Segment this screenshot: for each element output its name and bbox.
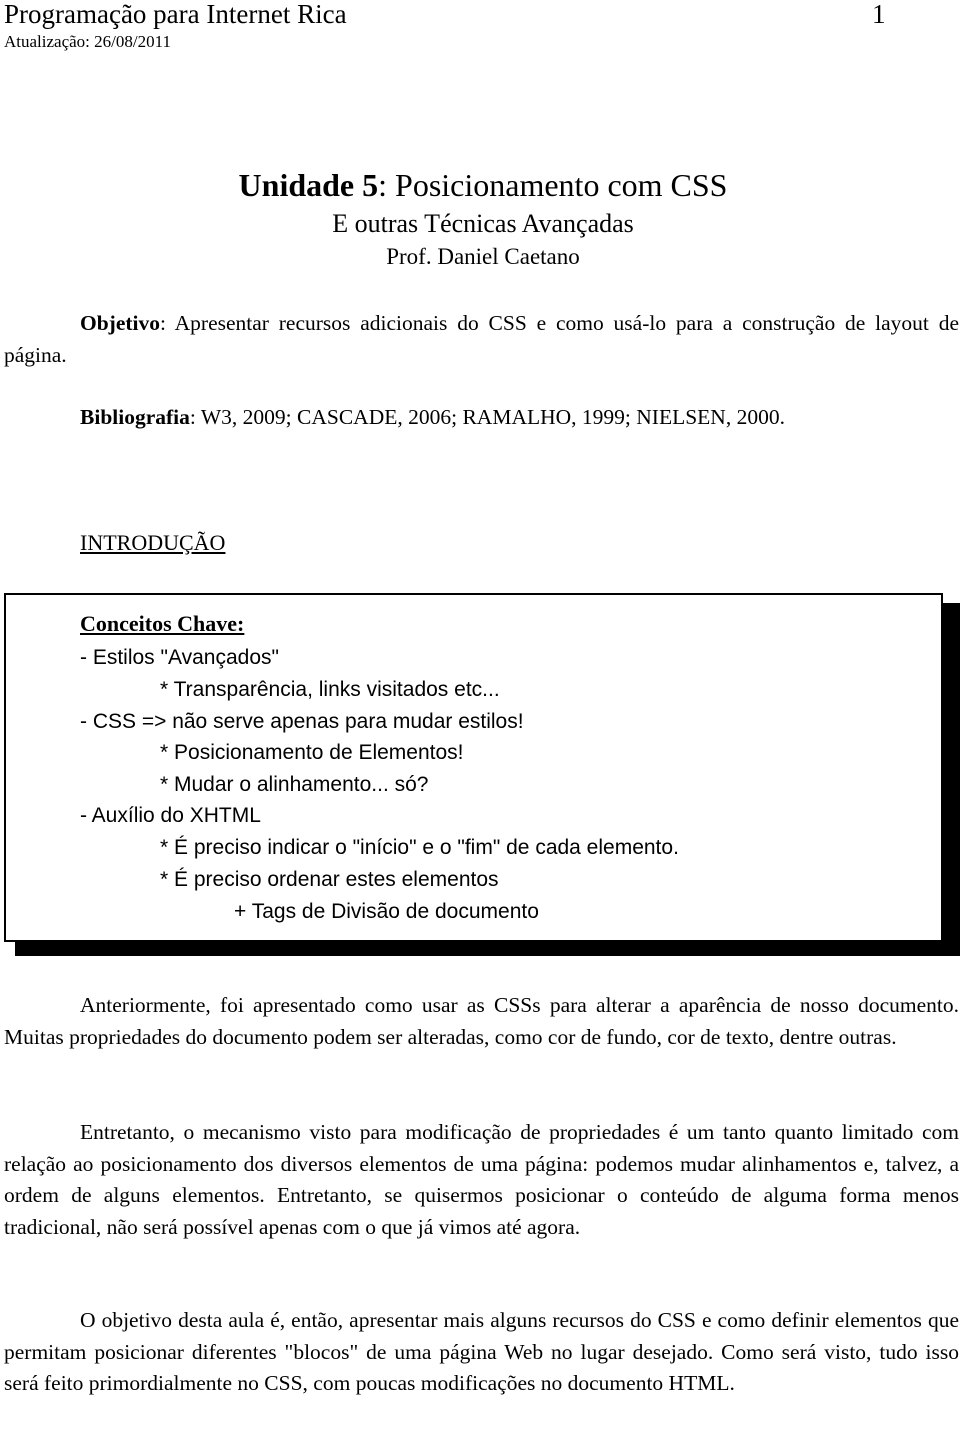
key-concepts-box: Conceitos Chave: - Estilos "Avançados" *…: [4, 593, 943, 942]
concept-line: * É preciso indicar o "início" e o "fim"…: [160, 836, 679, 859]
bibliography-label: Bibliografia: [80, 405, 190, 429]
subtitle: E outras Técnicas Avançadas: [332, 209, 634, 238]
key-concepts-heading: Conceitos Chave:: [80, 611, 245, 636]
body-paragraph: Anteriormente, foi apresentado como usar…: [4, 990, 959, 1053]
concept-line: + Tags de Divisão de documento: [234, 900, 539, 923]
concept-line: - CSS => não serve apenas para mudar est…: [80, 710, 524, 733]
objective-label: Objetivo: [80, 311, 161, 335]
author: Prof. Daniel Caetano: [386, 244, 580, 269]
unit-title: Unidade 5: Posicionamento com CSS: [0, 166, 960, 204]
body-paragraph: Entretanto, o mecanismo visto para modif…: [4, 1117, 959, 1243]
concept-line: * Mudar o alinhamento... só?: [160, 773, 429, 796]
bibliography: Bibliografia: W3, 2009; CASCADE, 2006; R…: [80, 402, 960, 434]
body-paragraph: O objetivo desta aula é, então, apresent…: [4, 1305, 959, 1400]
paragraph-text: Entretanto, o mecanismo visto para modif…: [4, 1120, 959, 1239]
concept-line: - Auxílio do XHTML: [80, 804, 261, 827]
bibliography-text: : W3, 2009; CASCADE, 2006; RAMALHO, 1999…: [189, 405, 785, 429]
unit-label: Unidade 5: [238, 167, 379, 203]
course-title: Programação para Internet Rica: [4, 0, 347, 29]
update-date: Atualização: 26/08/2011: [4, 32, 171, 51]
objective: Objetivo: Apresentar recursos adicionais…: [4, 308, 959, 371]
concept-line: * É preciso ordenar estes elementos: [160, 868, 499, 891]
paragraph-text: Anteriormente, foi apresentado como usar…: [4, 993, 959, 1049]
concept-line: * Posicionamento de Elementos!: [160, 741, 464, 764]
page-number: 1: [872, 0, 886, 29]
concept-line: - Estilos "Avançados": [80, 646, 279, 669]
concept-line: * Transparência, links visitados etc...: [160, 678, 500, 701]
unit-topic: : Posicionamento com CSS: [378, 167, 728, 203]
paragraph-text: O objetivo desta aula é, então, apresent…: [4, 1308, 959, 1395]
section-heading: INTRODUÇÃO: [80, 530, 226, 555]
